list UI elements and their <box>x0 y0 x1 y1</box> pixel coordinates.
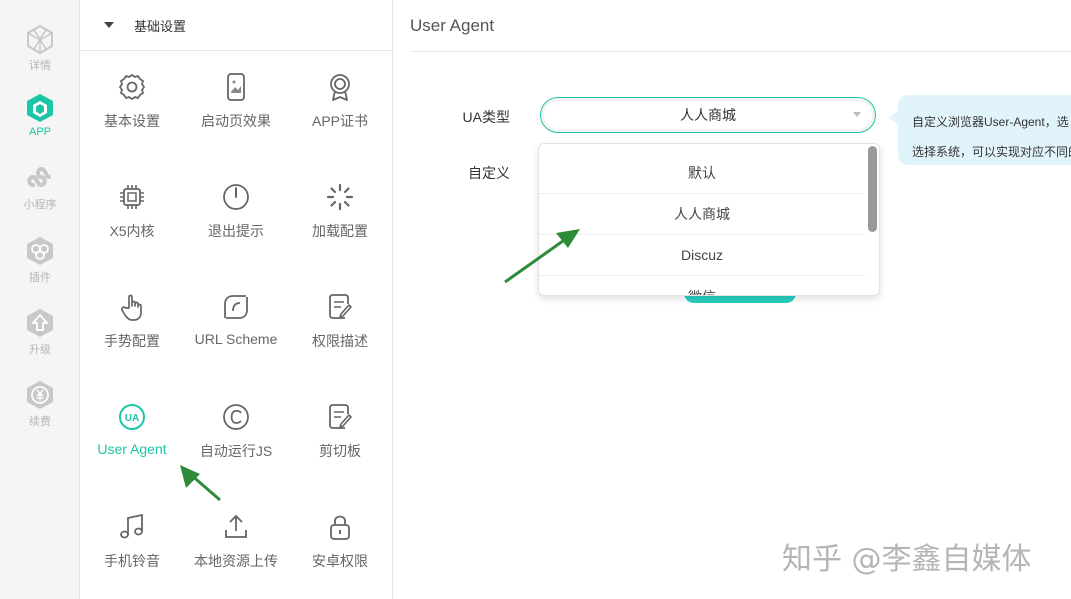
caret-down-icon <box>104 22 114 28</box>
tooltip-line: 自定义浏览器User-Agent，选 <box>912 115 1069 129</box>
dropdown-scrollbar[interactable] <box>868 146 877 232</box>
tile-label: User Agent <box>97 441 167 457</box>
rail-item-upgrade[interactable]: 升级 <box>0 308 80 357</box>
url-scheme-icon <box>224 295 248 319</box>
tile-local-resource-upload[interactable]: 本地资源上传 <box>184 512 288 582</box>
tile-user-agent[interactable]: UA User Agent <box>80 402 184 472</box>
upload-icon <box>225 515 247 538</box>
loading-spinner-icon <box>326 183 354 211</box>
watermark: 知乎 @李鑫自媒体 <box>782 542 1032 577</box>
tile-label: 自动运行JS <box>199 443 273 459</box>
rail-item-app[interactable]: APP <box>0 93 80 138</box>
tile-permission-description[interactable]: 权限描述 <box>288 292 392 362</box>
tile-label: URL Scheme <box>194 331 278 347</box>
tile-auto-run-js[interactable]: 自动运行JS <box>184 402 288 472</box>
cube-solid-icon <box>27 94 53 122</box>
rail-item-renew[interactable]: 续费 <box>0 380 80 429</box>
mini-program-icon <box>27 166 51 188</box>
tile-label: 手机铃音 <box>104 553 160 569</box>
splash-image-icon <box>227 73 245 101</box>
tile-gesture-config[interactable]: 手势配置 <box>80 292 184 362</box>
select-arrow-icon <box>853 112 861 117</box>
settings-menu: 基础设置 基本设置 启动页效果 APP证书 X5内核 退出提示 加载配置 手势配… <box>80 0 393 599</box>
renew-icon <box>27 381 53 409</box>
dropdown-option-discuz[interactable]: Discuz <box>539 235 865 276</box>
dropdown-option-wechat[interactable]: 微信 <box>539 276 865 296</box>
section-title: 基础设置 <box>134 18 187 34</box>
clipboard-doc-icon <box>329 404 352 429</box>
rail-label: 小程序 <box>23 199 57 211</box>
upgrade-icon <box>27 309 53 337</box>
tile-label: 剪切板 <box>319 443 361 459</box>
tile-android-permission[interactable]: 安卓权限 <box>288 512 392 582</box>
ua-help-tooltip: 自定义浏览器User-Agent，选 选择系统，可以实现对应不同的 <box>898 95 1071 165</box>
tile-url-scheme[interactable]: URL Scheme <box>184 292 288 362</box>
tile-splash-effect[interactable]: 启动页效果 <box>184 72 288 142</box>
tile-label: 手势配置 <box>104 333 160 349</box>
tooltip-line: 选择系统，可以实现对应不同的 <box>912 145 1071 159</box>
rail-label: 升级 <box>29 344 51 356</box>
tile-x5-kernel[interactable]: X5内核 <box>80 182 184 252</box>
tile-label: 本地资源上传 <box>194 553 278 569</box>
tile-exit-prompt[interactable]: 退出提示 <box>184 182 288 252</box>
gear-icon <box>119 74 145 100</box>
music-note-icon <box>120 513 143 539</box>
tile-label: 安卓权限 <box>312 553 368 569</box>
custom-label: 自定义 <box>468 165 510 181</box>
ua-dropdown-list: 默认 人人商城 Discuz 微信 <box>538 143 880 296</box>
rail-item-plugin[interactable]: 插件 <box>0 236 80 285</box>
certificate-icon <box>330 74 350 101</box>
tile-label: 基本设置 <box>104 113 160 129</box>
cube-outline-icon <box>27 24 53 54</box>
tile-label: 启动页效果 <box>201 113 271 129</box>
tile-label: APP证书 <box>311 113 368 129</box>
tile-ringtone[interactable]: 手机铃音 <box>80 512 184 582</box>
tile-basic-settings[interactable]: 基本设置 <box>80 72 184 142</box>
plugin-icon <box>27 237 53 265</box>
rail-label: 插件 <box>29 272 51 284</box>
tile-label: X5内核 <box>109 223 155 239</box>
tile-label: 加载配置 <box>312 223 368 239</box>
rail-label: 详情 <box>29 60 51 72</box>
tile-loading-config[interactable]: 加载配置 <box>288 182 392 252</box>
hand-pointer-icon <box>120 294 142 321</box>
rail-item-mini-program[interactable]: 小程序 <box>0 163 80 212</box>
svg-text:UA: UA <box>125 413 139 424</box>
app-nav-rail: 详情 APP 小程序 插件 升级 续费 <box>0 0 80 599</box>
dropdown-option-default[interactable]: 默认 <box>539 144 865 194</box>
title-divider <box>410 51 1071 52</box>
power-icon <box>223 184 249 210</box>
rail-item-details[interactable]: 详情 <box>0 24 80 73</box>
tile-clipboard[interactable]: 剪切板 <box>288 402 392 472</box>
tile-label: 权限描述 <box>312 333 368 349</box>
section-header-basic-settings[interactable]: 基础设置 <box>80 0 392 51</box>
chip-icon <box>120 185 144 209</box>
ua-type-label: UA类型 <box>462 109 510 125</box>
ua-type-select[interactable]: 人人商城 <box>540 97 876 133</box>
copyright-c-icon <box>223 404 249 430</box>
dropdown-option-renren-mall[interactable]: 人人商城 <box>539 194 865 235</box>
page-title: User Agent <box>410 16 495 35</box>
ua-icon: UA <box>119 404 145 430</box>
main-panel: User Agent UA类型 自定义 人人商城 默认 人人商城 Discuz … <box>394 0 1071 599</box>
lock-icon <box>330 515 350 540</box>
tile-app-certificate[interactable]: APP证书 <box>288 72 392 142</box>
rail-label: 续费 <box>29 416 51 428</box>
ua-select-value: 人人商城 <box>680 107 736 123</box>
rail-label: APP <box>28 126 51 138</box>
tile-label: 退出提示 <box>208 223 264 239</box>
permission-doc-icon <box>329 294 352 319</box>
